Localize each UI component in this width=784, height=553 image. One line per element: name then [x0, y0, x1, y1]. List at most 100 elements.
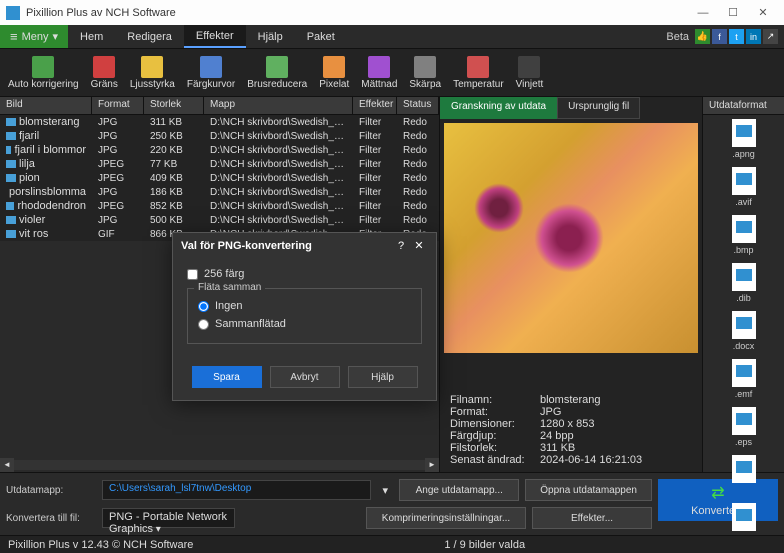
file-row[interactable]: fjaril i blommorJPG220 KBD:\NCH skrivbor… — [0, 143, 439, 157]
file-row[interactable]: violerJPG500 KBD:\NCH skrivbord\Swedish_… — [0, 213, 439, 227]
preview-tabs: Granskning av utdata Ursprunglig fil — [440, 97, 702, 119]
256-color-label: 256 färg — [204, 268, 244, 280]
menu-effekter[interactable]: Effekter — [184, 25, 246, 48]
dialog-close-button[interactable]: ✕ — [410, 239, 428, 252]
file-row[interactable]: porslinsblommaJPG186 KBD:\NCH skrivbord\… — [0, 185, 439, 199]
format-label: .avif — [735, 197, 752, 207]
format-apng[interactable]: .apng — [703, 115, 784, 163]
open-folder-button[interactable]: Öppna utdatamappen — [525, 479, 652, 501]
tab-granskning[interactable]: Granskning av utdata — [440, 97, 557, 119]
tool-skärpa[interactable]: Skärpa — [403, 54, 447, 92]
tool-label: Temperatur — [453, 79, 504, 90]
col-storlek[interactable]: Storlek — [144, 97, 204, 114]
scroll-right-button[interactable]: ► — [425, 458, 439, 472]
status-selection: 1 / 9 bilder valda — [444, 539, 525, 551]
tool-färgkurvor[interactable]: Färgkurvor — [181, 54, 241, 92]
col-mapp[interactable]: Mapp — [204, 97, 353, 114]
scroll-left-button[interactable]: ◄ — [0, 458, 14, 472]
menu-button[interactable]: ≡ Meny ▾ — [0, 25, 68, 48]
png-options-dialog: Val för PNG-konvertering ? ✕ 256 färg Fl… — [172, 232, 437, 401]
linkedin-icon[interactable]: in — [746, 29, 761, 44]
window-title: Pixillion Plus av NCH Software — [26, 7, 688, 19]
interlace-group: Fläta samman Ingen Sammanflätad — [187, 288, 422, 344]
image-icon — [6, 230, 16, 238]
interlace-none-label: Ingen — [215, 300, 243, 312]
col-format[interactable]: Format — [92, 97, 144, 114]
tool-temperatur[interactable]: Temperatur — [447, 54, 510, 92]
format-label: .eps — [735, 437, 752, 447]
col-effekter[interactable]: Effekter — [353, 97, 397, 114]
col-status[interactable]: Status — [397, 97, 439, 114]
compression-settings-button[interactable]: Komprimeringsinställningar... — [366, 507, 526, 529]
file-row[interactable]: fjarilJPG250 KBD:\NCH skrivbord\Swedish_… — [0, 129, 439, 143]
share-icon[interactable]: ↗ — [763, 29, 778, 44]
dialog-save-button[interactable]: Spara — [192, 366, 262, 388]
format-avif[interactable]: .avif — [703, 163, 784, 211]
status-bar: Pixillion Plus v 12.43 © NCH Software 1 … — [0, 535, 784, 553]
interlace-yes-radio[interactable]: Sammanflätad — [198, 315, 411, 333]
horizontal-scrollbar[interactable]: ◄ ► — [0, 458, 439, 472]
menu-label: Meny — [22, 31, 49, 43]
menu-hem[interactable]: Hem — [68, 25, 115, 48]
tool-mättnad[interactable]: Mättnad — [355, 54, 403, 92]
format-icon — [732, 215, 756, 243]
tool-label: Brusreducera — [247, 79, 307, 90]
format-emf[interactable]: .emf — [703, 355, 784, 403]
interlace-none-radio[interactable]: Ingen — [198, 297, 411, 315]
format-docx[interactable]: .docx — [703, 307, 784, 355]
facebook-icon[interactable]: f — [712, 29, 727, 44]
social-links: 👍 f t in ↗ — [695, 25, 784, 48]
format-dib[interactable]: .dib — [703, 259, 784, 307]
format-eps[interactable]: .eps — [703, 403, 784, 451]
tool-label: Vinjett — [516, 79, 544, 90]
interlace-yes-input[interactable] — [198, 319, 209, 330]
file-row[interactable]: blomsterangJPG311 KBD:\NCH skrivbord\Swe… — [0, 115, 439, 129]
tab-ursprunglig[interactable]: Ursprunglig fil — [557, 97, 640, 119]
file-row[interactable]: rhododendronJPEG852 KBD:\NCH skrivbord\S… — [0, 199, 439, 213]
meta-size-v: 311 KB — [540, 442, 575, 454]
meta-date-k: Senast ändrad: — [450, 454, 540, 466]
tool-auto-korrigering[interactable]: Auto korrigering — [2, 54, 85, 92]
maximize-button[interactable]: ☐ — [718, 6, 748, 19]
format-icon — [732, 311, 756, 339]
output-folder-input[interactable]: C:\Users\sarah_lsl7tnw\Desktop — [102, 480, 371, 500]
tool-icon — [93, 56, 115, 78]
tool-gräns[interactable]: Gräns — [85, 54, 124, 92]
dialog-title: Val för PNG-konvertering — [181, 240, 392, 252]
256-color-checkbox[interactable]: 256 färg — [187, 268, 422, 280]
file-row[interactable]: liljaJPEG77 KBD:\NCH skrivbord\Swedish_S… — [0, 157, 439, 171]
convert-button[interactable]: ⇄ Konvertera — [658, 479, 778, 521]
tool-icon — [32, 56, 54, 78]
twitter-icon[interactable]: t — [729, 29, 744, 44]
tool-pixelat[interactable]: Pixelat — [313, 54, 355, 92]
tool-brusreducera[interactable]: Brusreducera — [241, 54, 313, 92]
format-icon — [732, 119, 756, 147]
tool-icon — [266, 56, 288, 78]
menu-redigera[interactable]: Redigera — [115, 25, 184, 48]
col-bild[interactable]: Bild — [0, 97, 92, 114]
meta-size-k: Filstorlek: — [450, 442, 540, 454]
close-button[interactable]: ✕ — [748, 6, 778, 19]
meta-format-k: Format: — [450, 406, 540, 418]
format-bmp[interactable]: .bmp — [703, 211, 784, 259]
interlace-yes-label: Sammanflätad — [215, 318, 286, 330]
dropdown-icon[interactable]: ▾ — [377, 484, 393, 497]
format-label: .apng — [732, 149, 755, 159]
tool-vinjett[interactable]: Vinjett — [510, 54, 550, 92]
minimize-button[interactable]: — — [688, 7, 718, 19]
thumbs-up-icon[interactable]: 👍 — [695, 29, 710, 44]
dialog-help-button-2[interactable]: Hjälp — [348, 366, 418, 388]
menu-paket[interactable]: Paket — [295, 25, 347, 48]
dialog-help-button[interactable]: ? — [392, 240, 410, 252]
menu-hjälp[interactable]: Hjälp — [246, 25, 295, 48]
format-select[interactable]: PNG - Portable Network Graphics ▾ — [102, 508, 235, 528]
image-icon — [6, 118, 16, 126]
256-color-input[interactable] — [187, 269, 198, 280]
dialog-cancel-button[interactable]: Avbryt — [270, 366, 340, 388]
effects-button[interactable]: Effekter... — [532, 507, 652, 529]
file-row[interactable]: pionJPEG409 KBD:\NCH skrivbord\Swedish_S… — [0, 171, 439, 185]
app-icon — [6, 6, 20, 20]
interlace-none-input[interactable] — [198, 301, 209, 312]
choose-folder-button[interactable]: Ange utdatamapp... — [399, 479, 519, 501]
tool-ljusstyrka[interactable]: Ljusstyrka — [124, 54, 181, 92]
